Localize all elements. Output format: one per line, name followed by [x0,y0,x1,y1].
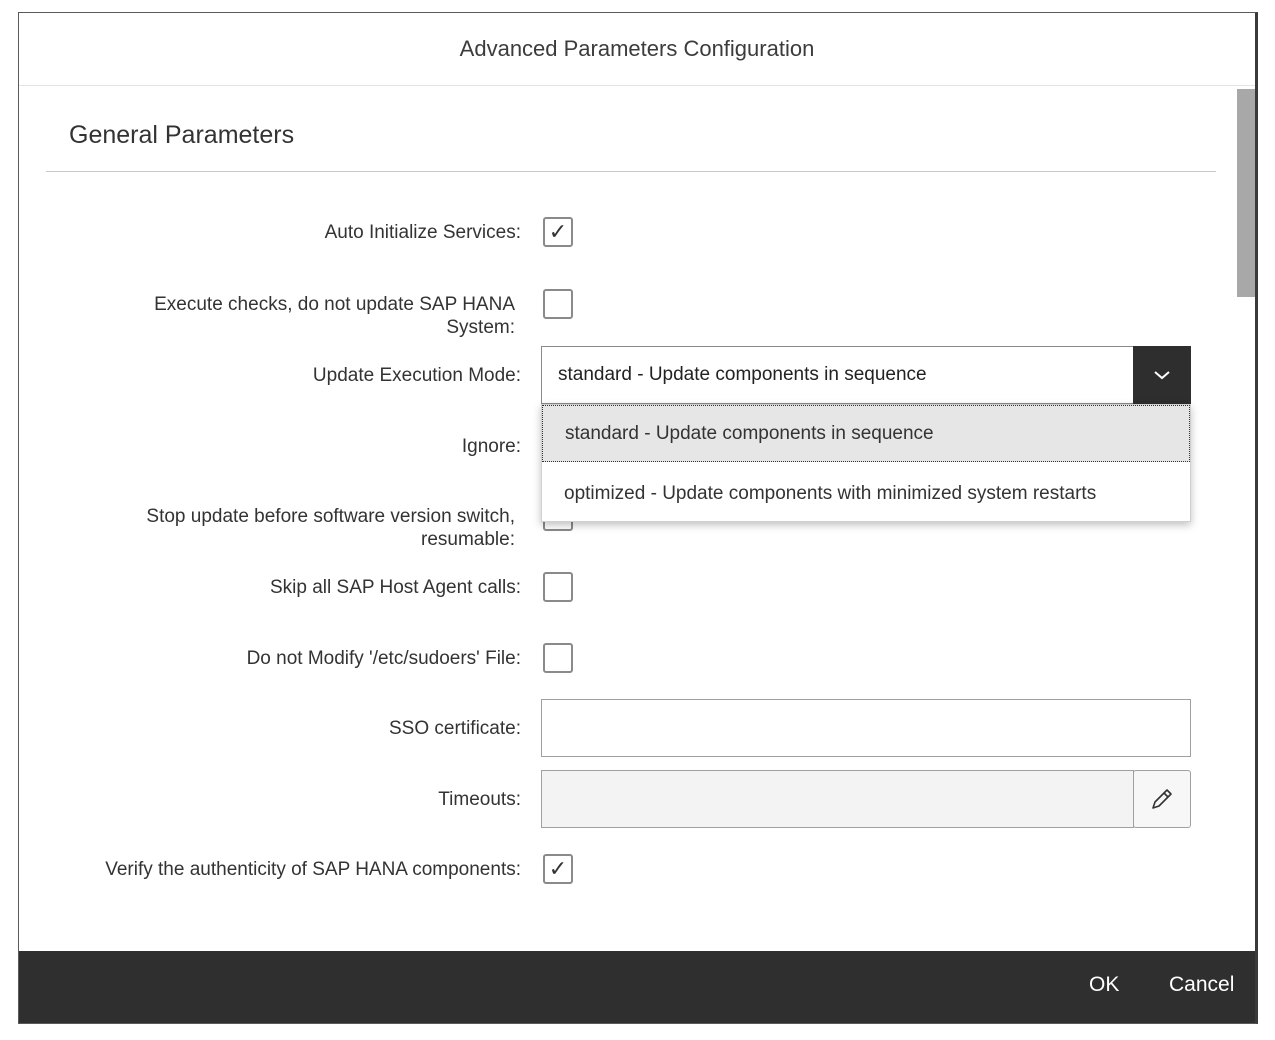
execute-checks-label: Execute checks, do not update SAP HANA S… [154,293,515,339]
update-mode-dropdown-list: standard - Update components in sequence… [541,404,1191,522]
execute-checks-checkbox[interactable] [543,289,573,319]
sso-certificate-input[interactable] [541,699,1191,757]
stop-update-label-line2: resumable: [421,529,515,550]
ignore-label: Ignore: [461,436,521,457]
checkmark-icon: ✓ [548,856,568,881]
section-title: General Parameters [69,121,295,149]
no-modify-sudoers-checkbox[interactable] [543,643,573,673]
auto-initialize-checkbox[interactable]: ✓ [543,217,573,247]
skip-host-agent-checkbox[interactable] [543,572,573,602]
no-modify-sudoers-label: Do not Modify '/etc/sudoers' File: [246,648,521,669]
auto-initialize-label: Auto Initialize Services: [324,222,521,243]
cancel-button[interactable]: Cancel [1169,973,1234,997]
dropdown-option-optimized[interactable]: optimized - Update components with minim… [542,465,1190,522]
edit-timeouts-button[interactable] [1133,770,1191,828]
timeouts-label: Timeouts: [438,789,521,810]
pencil-icon [1152,789,1172,809]
chevron-down-icon [1154,371,1170,380]
execute-checks-label-line1: Execute checks, do not update SAP HANA [154,294,515,315]
execute-checks-label-line2: System: [446,317,515,338]
dropdown-toggle-button[interactable] [1133,346,1191,404]
verify-authenticity-label: Verify the authenticity of SAP HANA comp… [105,859,521,880]
update-mode-label: Update Execution Mode: [312,365,521,386]
update-mode-select[interactable]: standard - Update components in sequence [541,346,1191,404]
ok-button[interactable]: OK [1089,973,1119,997]
update-mode-value: standard - Update components in sequence [558,364,927,385]
skip-host-agent-label: Skip all SAP Host Agent calls: [270,577,521,598]
section-divider [46,171,1216,172]
dialog-footer: OK Cancel [19,951,1255,1023]
advanced-parameters-dialog: Advanced Parameters Configuration Genera… [18,12,1258,1024]
dropdown-option-standard[interactable]: standard - Update components in sequence [542,405,1190,462]
timeouts-input [541,770,1134,828]
verify-authenticity-checkbox[interactable]: ✓ [543,854,573,884]
sso-certificate-label: SSO certificate: [389,718,521,739]
dialog-header: Advanced Parameters Configuration [19,13,1255,86]
dialog-title: Advanced Parameters Configuration [459,36,815,61]
stop-update-label: Stop update before software version swit… [146,505,515,551]
checkmark-icon: ✓ [548,219,568,244]
scrollbar-thumb[interactable] [1237,89,1255,297]
stop-update-label-line1: Stop update before software version swit… [146,506,515,527]
